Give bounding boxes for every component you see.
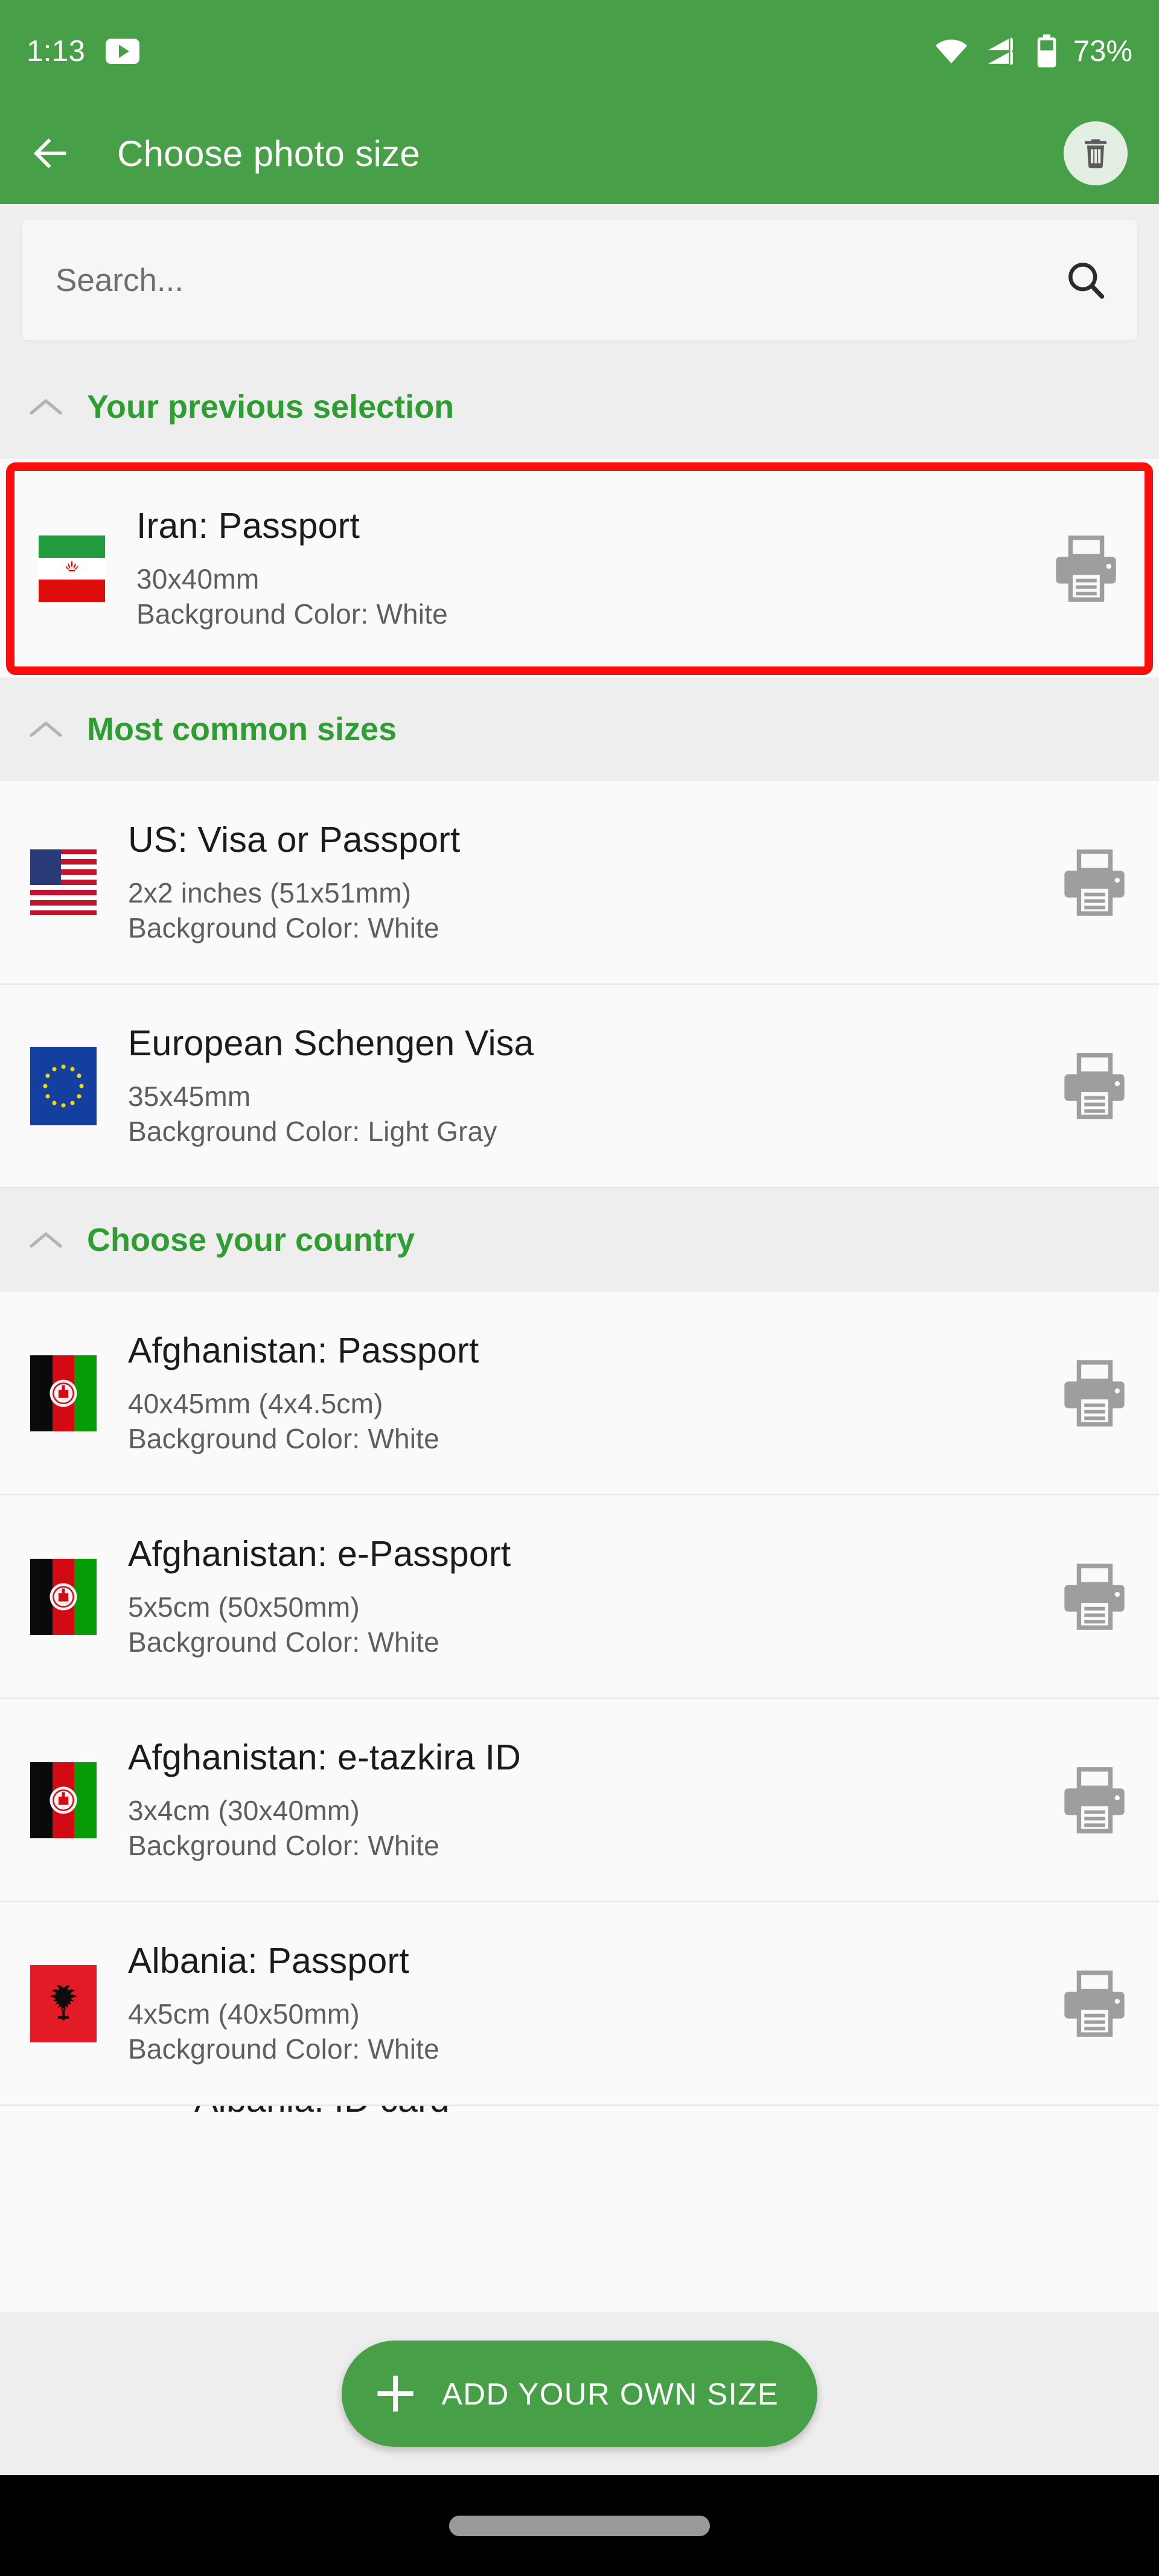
list-item-text: Albania: Passport 4x5cm (40x50mm) Backgr… [128,1940,1044,2067]
page-title: Choose photo size [117,133,421,174]
trash-icon [1085,139,1106,168]
section-header-previous-selection[interactable]: Your previous selection [0,355,1159,459]
list-item-size: 2x2 inches (51x51mm) [128,877,412,909]
chevron-up-icon [30,721,62,737]
list-item[interactable]: European Schengen Visa 35x45mm Backgroun… [0,985,1159,1188]
list-item-text: Afghanistan: Passport 40x45mm (4x4.5cm) … [128,1330,1044,1457]
list-item-size: 30x40mm [136,563,260,595]
list-item-title: Albania: Passport [128,1940,409,1981]
afghanistan-flag [30,1355,97,1431]
list-item-background: Background Color: White [128,1422,439,1454]
search-icon[interactable] [1064,258,1108,302]
delete-button[interactable] [1064,121,1128,185]
iran-emblem-icon [65,560,78,572]
list-item[interactable]: Albania: Passport 4x5cm (40x50mm) Backgr… [0,1902,1159,2106]
albania-flag [30,1964,97,2042]
printer-icon[interactable] [1059,1765,1130,1836]
us-flag [30,849,97,916]
list-item-background: Background Color: White [128,1626,439,1658]
list-item-title: Iran: Passport [136,506,360,546]
youtube-icon [106,39,140,64]
afghanistan-emblem-icon [49,1786,77,1814]
list-item-text: US: Visa or Passport 2x2 inches (51x51mm… [128,819,1044,946]
printer-icon[interactable] [1059,1968,1130,2039]
printer-icon[interactable] [1059,1561,1130,1632]
search-container: Search... [0,204,1159,355]
printer-icon[interactable] [1050,533,1122,604]
back-arrow-icon[interactable] [28,130,74,176]
chevron-up-icon [30,1232,62,1248]
printer-icon[interactable] [1059,1050,1130,1122]
list-item-text: Afghanistan: e-tazkira ID 3x4cm (30x40mm… [128,1737,1044,1864]
list-item-size: 35x45mm [128,1080,251,1112]
add-own-size-label: ADD YOUR OWN SIZE [441,2376,779,2411]
wifi-icon [935,39,968,63]
list-item-background: Background Color: White [128,2033,439,2065]
list-item[interactable]: Afghanistan: Passport 40x45mm (4x4.5cm) … [0,1292,1159,1495]
afghanistan-flag [30,1558,97,1635]
search-field[interactable]: Search... [22,220,1137,340]
list-item-background: Background Color: Light Gray [128,1115,497,1147]
system-navigation-bar [0,2475,1159,2576]
fab-container: ADD YOUR OWN SIZE [0,2312,1159,2475]
afghanistan-emblem-icon [49,1379,77,1407]
iran-flag [39,535,105,602]
app-bar: Choose photo size [0,103,1159,204]
eu-flag [30,1046,97,1125]
size-list: Your previous selection Iran: Passport 3… [0,355,1159,2142]
list-item-size: 40x45mm (4x4.5cm) [128,1387,383,1419]
list-item-size: 3x4cm (30x40mm) [128,1794,360,1826]
list-item-background: Background Color: White [136,598,448,630]
status-clock: 1:13 [27,35,86,68]
printer-icon[interactable] [1059,847,1130,918]
list-item-title: Albania: ID card [194,2106,450,2120]
section-title: Your previous selection [87,389,455,425]
status-bar: 1:13 73% [0,0,1159,103]
list-item[interactable]: Afghanistan: e-Passport 5x5cm (50x50mm) … [0,1495,1159,1699]
afghanistan-emblem-icon [49,1583,77,1610]
list-item-background: Background Color: White [128,1829,439,1861]
list-item[interactable]: Afghanistan: e-tazkira ID 3x4cm (30x40mm… [0,1699,1159,1902]
status-bar-left: 1:13 [27,34,140,68]
eu-stars-icon [43,1064,84,1108]
list-item-title: European Schengen Visa [128,1023,534,1063]
list-item[interactable]: Iran: Passport 30x40mm Background Color:… [6,462,1153,675]
status-bar-right: 73% [933,34,1132,68]
section-header-choose-your-country[interactable]: Choose your country [0,1188,1159,1292]
list-item-size: 5x5cm (50x50mm) [128,1591,360,1623]
section-title: Choose your country [87,1222,415,1258]
section-title: Most common sizes [87,711,397,747]
afghanistan-flag [30,1762,97,1838]
list-item-partial[interactable]: Albania: ID card [0,2106,1159,2142]
home-gesture-pill[interactable] [449,2515,710,2536]
list-item-text: Iran: Passport 30x40mm Background Color:… [136,505,1036,632]
section-header-most-common-sizes[interactable]: Most common sizes [0,677,1159,781]
plus-icon [377,2376,413,2412]
search-input[interactable]: Search... [56,262,184,299]
list-item-text: Afghanistan: e-Passport 5x5cm (50x50mm) … [128,1533,1044,1660]
list-item-title: US: Visa or Passport [128,819,461,860]
cellular-signal-icon [988,37,1013,65]
list-item-title: Afghanistan: e-Passport [128,1533,511,1574]
list-item[interactable]: US: Visa or Passport 2x2 inches (51x51mm… [0,781,1159,985]
printer-icon[interactable] [1059,1358,1130,1429]
list-item-size: 4x5cm (40x50mm) [128,1998,360,2030]
list-item-text: European Schengen Visa 35x45mm Backgroun… [128,1023,1044,1149]
battery-percent: 73% [1073,35,1132,68]
chevron-up-icon [30,399,62,415]
battery-icon [1037,34,1056,68]
list-item-background: Background Color: White [128,912,439,944]
add-own-size-button[interactable]: ADD YOUR OWN SIZE [341,2341,818,2447]
list-item-title: Afghanistan: Passport [128,1330,479,1370]
albania-eagle-icon [49,1984,77,2020]
list-item-title: Afghanistan: e-tazkira ID [128,1737,522,1777]
